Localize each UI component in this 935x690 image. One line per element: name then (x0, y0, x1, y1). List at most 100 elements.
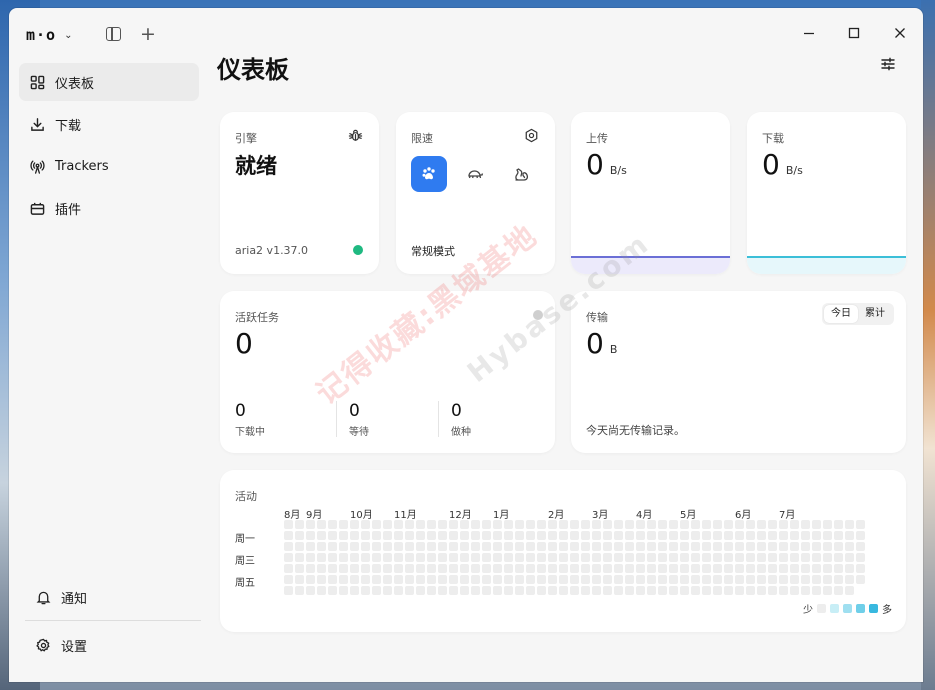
heatmap-cell[interactable] (350, 564, 359, 573)
heatmap-cell[interactable] (823, 564, 832, 573)
heatmap-cell[interactable] (339, 531, 348, 540)
heatmap-cell[interactable] (658, 575, 667, 584)
heatmap-cell[interactable] (625, 586, 634, 595)
heatmap-cell[interactable] (625, 575, 634, 584)
heatmap-cell[interactable] (416, 542, 425, 551)
heatmap-cell[interactable] (482, 586, 491, 595)
heatmap-cell[interactable] (295, 586, 304, 595)
heatmap-cell[interactable] (493, 553, 502, 562)
heatmap-cell[interactable] (724, 542, 733, 551)
heatmap-cell[interactable] (581, 586, 590, 595)
heatmap-cell[interactable] (383, 586, 392, 595)
heatmap-cell[interactable] (647, 564, 656, 573)
heatmap-cell[interactable] (834, 586, 843, 595)
heatmap-cell[interactable] (471, 564, 480, 573)
heatmap-cell[interactable] (361, 575, 370, 584)
heatmap-cell[interactable] (823, 553, 832, 562)
heatmap-cell[interactable] (361, 586, 370, 595)
heatmap-cell[interactable] (757, 531, 766, 540)
heatmap-cell[interactable] (636, 586, 645, 595)
heatmap-cell[interactable] (625, 520, 634, 529)
heatmap-cell[interactable] (482, 531, 491, 540)
heatmap-cell[interactable] (768, 531, 777, 540)
heatmap-cell[interactable] (779, 564, 788, 573)
heatmap-cell[interactable] (405, 520, 414, 529)
heatmap-cell[interactable] (383, 553, 392, 562)
heatmap-cell[interactable] (295, 542, 304, 551)
heatmap-cell[interactable] (405, 553, 414, 562)
heatmap-cell[interactable] (537, 564, 546, 573)
heatmap-cell[interactable] (779, 553, 788, 562)
heatmap-cell[interactable] (449, 575, 458, 584)
heatmap-cell[interactable] (856, 542, 865, 551)
heatmap-cell[interactable] (614, 586, 623, 595)
heatmap-cell[interactable] (636, 520, 645, 529)
heatmap-cell[interactable] (691, 553, 700, 562)
heatmap-cell[interactable] (350, 575, 359, 584)
heatmap-cell[interactable] (845, 542, 854, 551)
heatmap-cell[interactable] (757, 520, 766, 529)
heatmap-cell[interactable] (548, 542, 557, 551)
heatmap-cell[interactable] (537, 531, 546, 540)
heatmap-cell[interactable] (427, 531, 436, 540)
heatmap-cell[interactable] (845, 520, 854, 529)
heatmap-cell[interactable] (801, 531, 810, 540)
heatmap-cell[interactable] (317, 520, 326, 529)
heatmap-cell[interactable] (317, 531, 326, 540)
heatmap-cell[interactable] (856, 553, 865, 562)
heatmap-cell[interactable] (416, 520, 425, 529)
heatmap-cell[interactable] (680, 564, 689, 573)
heatmap-cell[interactable] (526, 575, 535, 584)
heatmap-cell[interactable] (515, 553, 524, 562)
heatmap-cell[interactable] (570, 564, 579, 573)
heatmap-cell[interactable] (306, 520, 315, 529)
heatmap-cell[interactable] (834, 575, 843, 584)
heatmap-cell[interactable] (636, 531, 645, 540)
heatmap-cell[interactable] (416, 531, 425, 540)
heatmap-cell[interactable] (834, 553, 843, 562)
heatmap-cell[interactable] (713, 575, 722, 584)
heatmap-cell[interactable] (427, 586, 436, 595)
heatmap-cell[interactable] (570, 542, 579, 551)
heatmap-cell[interactable] (559, 553, 568, 562)
heatmap-cell[interactable] (328, 531, 337, 540)
heatmap-cell[interactable] (328, 575, 337, 584)
heatmap-cell[interactable] (570, 520, 579, 529)
heatmap-cell[interactable] (559, 575, 568, 584)
heatmap-cell[interactable] (537, 542, 546, 551)
heatmap-cell[interactable] (823, 586, 832, 595)
heatmap-cell[interactable] (790, 531, 799, 540)
heatmap-cell[interactable] (306, 553, 315, 562)
heatmap-cell[interactable] (702, 564, 711, 573)
heatmap-cell[interactable] (372, 575, 381, 584)
heatmap-cell[interactable] (460, 531, 469, 540)
heatmap-cell[interactable] (350, 553, 359, 562)
heatmap-cell[interactable] (768, 564, 777, 573)
heatmap-cell[interactable] (460, 564, 469, 573)
heatmap-cell[interactable] (537, 575, 546, 584)
heatmap-cell[interactable] (471, 542, 480, 551)
heatmap-cell[interactable] (713, 553, 722, 562)
heatmap-cell[interactable] (812, 553, 821, 562)
heatmap-cell[interactable] (768, 520, 777, 529)
heatmap-cell[interactable] (647, 542, 656, 551)
heatmap-cell[interactable] (757, 586, 766, 595)
heatmap-cell[interactable] (592, 564, 601, 573)
heatmap-cell[interactable] (779, 520, 788, 529)
heatmap-cell[interactable] (537, 586, 546, 595)
heatmap-cell[interactable] (735, 575, 744, 584)
heatmap-cell[interactable] (559, 531, 568, 540)
heatmap-cell[interactable] (548, 575, 557, 584)
heatmap-cell[interactable] (570, 531, 579, 540)
heatmap-cell[interactable] (295, 564, 304, 573)
heatmap-cell[interactable] (504, 586, 513, 595)
heatmap-cell[interactable] (460, 553, 469, 562)
heatmap-cell[interactable] (636, 542, 645, 551)
heatmap-cell[interactable] (284, 586, 293, 595)
heatmap-cell[interactable] (570, 575, 579, 584)
heatmap-cell[interactable] (295, 531, 304, 540)
heatmap-cell[interactable] (746, 586, 755, 595)
heatmap-cell[interactable] (625, 564, 634, 573)
heatmap-cell[interactable] (350, 531, 359, 540)
heatmap-cell[interactable] (768, 586, 777, 595)
